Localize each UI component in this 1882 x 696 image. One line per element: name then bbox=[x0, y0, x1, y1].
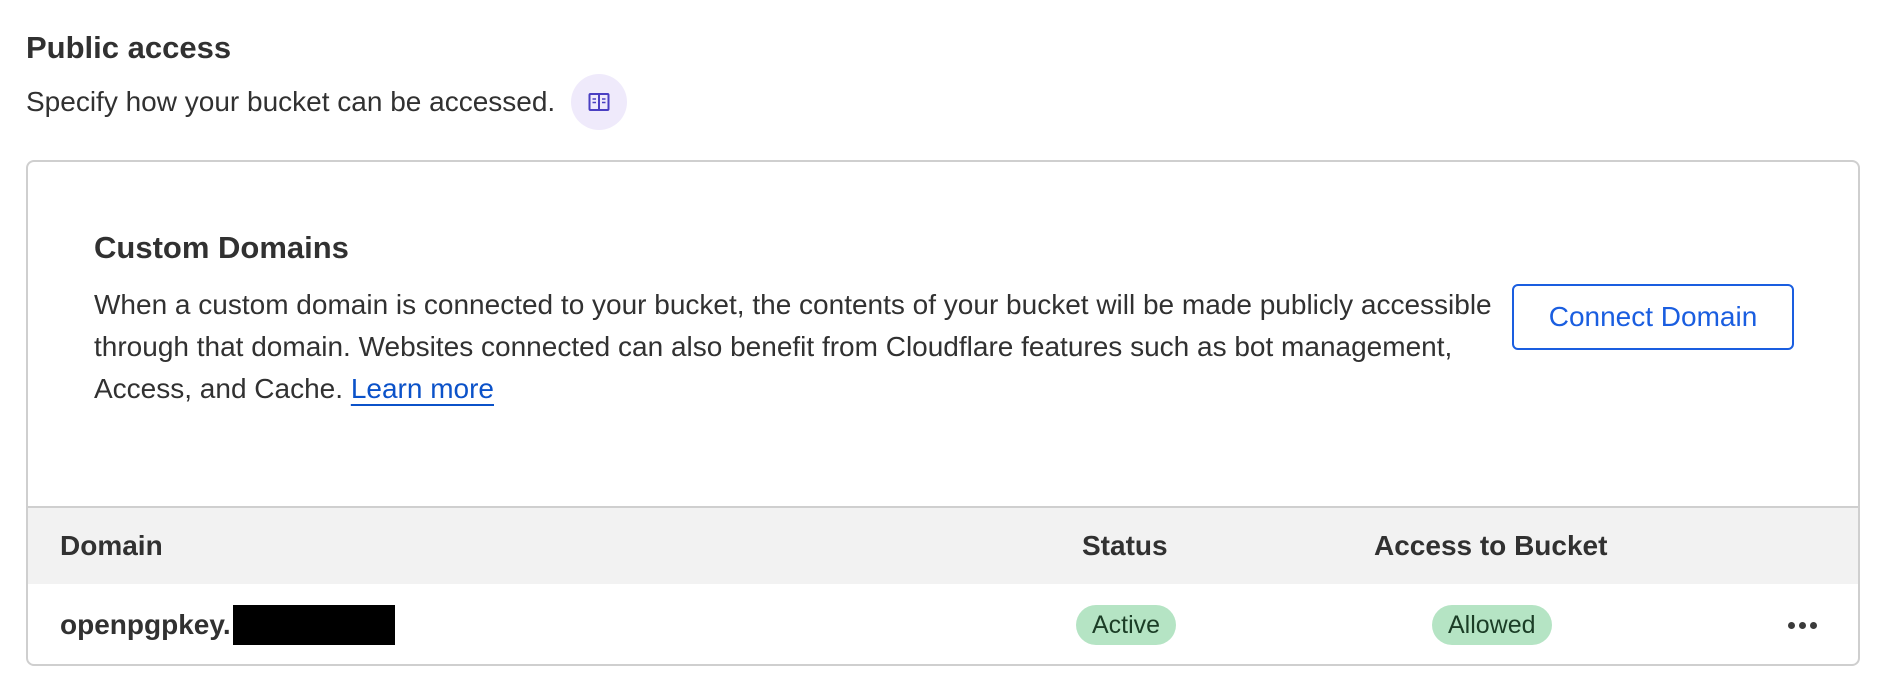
custom-domains-description-text: When a custom domain is connected to you… bbox=[94, 289, 1492, 404]
section-description: Specify how your bucket can be accessed. bbox=[26, 86, 556, 117]
docs-button[interactable] bbox=[571, 74, 628, 130]
learn-more-link[interactable]: Learn more bbox=[351, 373, 494, 404]
column-header-status: Status bbox=[1082, 530, 1168, 561]
redacted-block bbox=[232, 605, 395, 645]
domain-cell: openpgpkey. bbox=[60, 584, 395, 664]
row-actions-button[interactable] bbox=[1780, 604, 1824, 646]
public-access-panel: Public access Specify how your bucket ca… bbox=[0, 0, 1882, 696]
connect-domain-button[interactable]: Connect Domain bbox=[1512, 284, 1794, 350]
section-description-row: Specify how your bucket can be accessed. bbox=[26, 74, 628, 130]
column-header-domain: Domain bbox=[60, 530, 163, 561]
status-badge: Active bbox=[1076, 605, 1177, 645]
custom-domains-card: Custom Domains When a custom domain is c… bbox=[26, 160, 1860, 666]
custom-domains-title: Custom Domains bbox=[94, 230, 349, 265]
more-horizontal-icon bbox=[1786, 621, 1819, 629]
column-header-access: Access to Bucket bbox=[1374, 530, 1608, 561]
book-icon bbox=[588, 93, 610, 111]
domain-name: openpgpkey. bbox=[60, 609, 231, 640]
section-title: Public access bbox=[26, 30, 232, 65]
domains-table-header: Domain Status Access to Bucket bbox=[28, 506, 1858, 584]
access-badge: Allowed bbox=[1432, 605, 1552, 645]
table-row: openpgpkey. Active Allowed bbox=[28, 584, 1858, 664]
custom-domains-description: When a custom domain is connected to you… bbox=[94, 284, 1514, 410]
